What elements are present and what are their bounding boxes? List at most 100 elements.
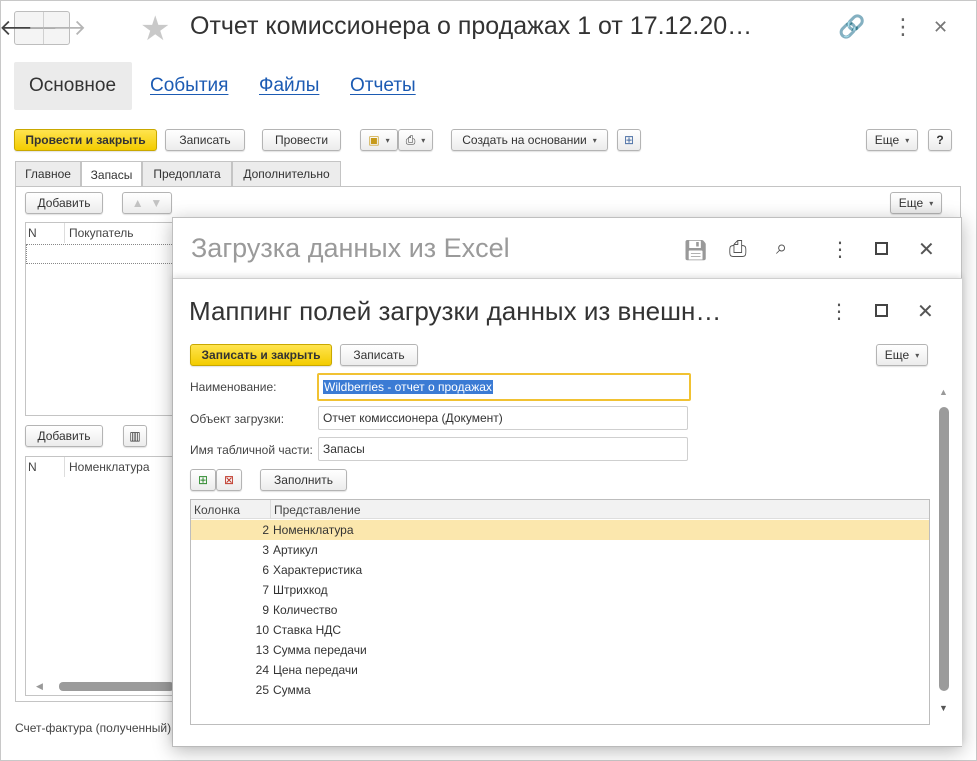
buyers-grid[interactable]: N Покупатель — [25, 222, 176, 416]
document-icon: ▣ — [368, 133, 380, 147]
row-representation: Штрихкод — [273, 583, 328, 597]
vertical-scrollbar[interactable] — [939, 407, 949, 691]
more-button[interactable]: Еще ▾ — [866, 129, 918, 151]
more-vertical-icon[interactable]: ⋮ — [892, 14, 914, 40]
row-column: 9 — [262, 603, 269, 617]
column-separator — [64, 223, 65, 243]
table-row[interactable] — [26, 244, 176, 264]
row-column: 2 — [262, 523, 269, 537]
table-row[interactable]: 10 Ставка НДС — [191, 620, 929, 640]
table-row[interactable]: 7 Штрихкод — [191, 580, 929, 600]
tabpart-label: Имя табличной части: — [190, 443, 313, 457]
save-button[interactable]: Записать — [340, 344, 418, 366]
structure-icon: ⊞ — [623, 133, 635, 147]
column-representation: Представление — [274, 502, 361, 517]
name-value: Wildberries - отчет о продажах — [323, 380, 493, 394]
more-label: Еще — [874, 133, 900, 147]
name-field[interactable]: Wildberries - отчет о продажах — [317, 373, 691, 401]
print-button[interactable]: ⎙ ▾ — [398, 129, 433, 151]
row-column: 3 — [262, 543, 269, 557]
maximize-icon[interactable] — [875, 304, 888, 317]
row-representation: Характеристика — [273, 563, 363, 577]
mapping-dialog-title: Маппинг полей загрузки данных из внешн… — [189, 296, 722, 326]
row-column: 7 — [262, 583, 269, 597]
row-representation: Сумма — [273, 683, 311, 697]
row-column: 24 — [255, 663, 269, 677]
add-row-button[interactable]: ⊞ — [190, 469, 216, 491]
tab-reports[interactable]: Отчеты — [335, 62, 431, 110]
table-row[interactable]: 6 Характеристика — [191, 560, 929, 580]
table-row[interactable]: 25 Сумма — [191, 680, 929, 700]
tab-additional[interactable]: Дополнительно — [232, 161, 341, 186]
tab-main[interactable]: Основное — [14, 62, 132, 110]
delete-row-button[interactable]: ⊠ — [216, 469, 242, 491]
grid-more-label: Еще — [898, 196, 924, 210]
add-button[interactable]: Добавить — [25, 192, 103, 214]
more-vertical-icon[interactable]: ⋮ — [829, 299, 849, 324]
save-button[interactable]: Записать — [165, 129, 245, 151]
create-based-on-button[interactable]: Создать на основании ▾ — [451, 129, 608, 151]
save-icon[interactable]: 💾︎ — [683, 238, 708, 263]
tab-general[interactable]: Главное — [15, 161, 81, 186]
excel-dialog-title: Загрузка данных из Excel — [191, 233, 510, 263]
object-label: Объект загрузки: — [190, 412, 285, 426]
page-title: Отчет комиссионера о продажах 1 от 17.12… — [190, 12, 753, 40]
row-representation: Цена передачи — [273, 663, 358, 677]
post-and-close-button[interactable]: Провести и закрыть — [14, 129, 157, 151]
move-buttons[interactable]: ▲ ▼ — [122, 192, 172, 214]
star-icon[interactable]: ★ — [140, 9, 170, 49]
arrow-up-icon: ▲ — [131, 196, 144, 210]
fill-button[interactable]: Заполнить — [260, 469, 347, 491]
more-vertical-icon[interactable]: ⋮ — [830, 237, 850, 262]
structure-button[interactable]: ⊞ — [617, 129, 641, 151]
close-icon[interactable]: ✕ — [918, 237, 935, 262]
save-and-close-button[interactable]: Записать и закрыть — [190, 344, 332, 366]
column-n: N — [28, 226, 37, 240]
help-button[interactable]: ? — [928, 129, 952, 151]
close-icon[interactable]: ✕ — [933, 17, 948, 38]
tabpart-field[interactable]: Запасы — [318, 437, 688, 461]
attach-button[interactable]: ▣ ▾ — [360, 129, 398, 151]
horizontal-scrollbar[interactable] — [59, 682, 174, 691]
object-field[interactable]: Отчет комиссионера (Документ) — [318, 406, 688, 430]
row-column: 10 — [255, 623, 269, 637]
add-item-button[interactable]: Добавить — [25, 425, 103, 447]
more-button[interactable]: Еще ▾ — [876, 344, 928, 366]
close-icon[interactable]: ✕ — [917, 299, 934, 324]
more-label: Еще — [884, 348, 910, 362]
table-row[interactable]: 9 Количество — [191, 600, 929, 620]
tab-prepayment[interactable]: Предоплата — [142, 161, 232, 186]
row-column: 13 — [255, 643, 269, 657]
printer-icon[interactable]: ⎙ — [729, 236, 747, 262]
name-label: Наименование: — [190, 380, 277, 394]
create-based-on-label: Создать на основании — [462, 133, 587, 147]
table-row[interactable]: 3 Артикул — [191, 540, 929, 560]
row-representation: Ставка НДС — [273, 623, 342, 637]
items-grid[interactable]: N Номенклатура ◀ — [25, 456, 175, 696]
link-icon[interactable]: 🔗 — [838, 14, 865, 40]
table-row[interactable]: 13 Сумма передачи — [191, 640, 929, 660]
tab-inventory[interactable]: Запасы — [81, 161, 142, 187]
tab-files[interactable]: Файлы — [244, 62, 334, 110]
arrow-right-icon: 🡒 — [27, 15, 87, 40]
mapping-table[interactable]: Колонка Представление 2 Номенклатура 3 Арт… — [190, 499, 930, 725]
table-row[interactable]: 24 Цена передачи — [191, 660, 929, 680]
scroll-down-icon[interactable]: ▼ — [939, 703, 948, 713]
row-representation: Номенклатура — [273, 523, 354, 537]
table-row[interactable]: 2 Номенклатура — [191, 520, 929, 540]
scroll-up-icon[interactable]: ▲ — [939, 387, 948, 397]
post-button[interactable]: Провести — [262, 129, 341, 151]
maximize-icon[interactable] — [875, 242, 888, 255]
forward-button[interactable]: 🡒 — [28, 12, 87, 44]
scroll-left-icon[interactable]: ◀ — [36, 681, 43, 692]
preview-icon[interactable]: ⌕ — [776, 237, 787, 260]
tab-events[interactable]: События — [135, 62, 243, 110]
barcode-icon: ▥ — [129, 429, 141, 443]
arrow-down-icon: ▼ — [150, 196, 163, 210]
column-column: Колонка — [194, 502, 241, 517]
barcode-button[interactable]: ▥ — [123, 425, 147, 447]
mapping-dialog: Маппинг полей загрузки данных из внешн… … — [173, 278, 962, 746]
row-representation: Количество — [273, 603, 338, 617]
grid-more-button[interactable]: Еще ▾ — [890, 192, 942, 214]
add-row-icon: ⊞ — [197, 473, 209, 487]
